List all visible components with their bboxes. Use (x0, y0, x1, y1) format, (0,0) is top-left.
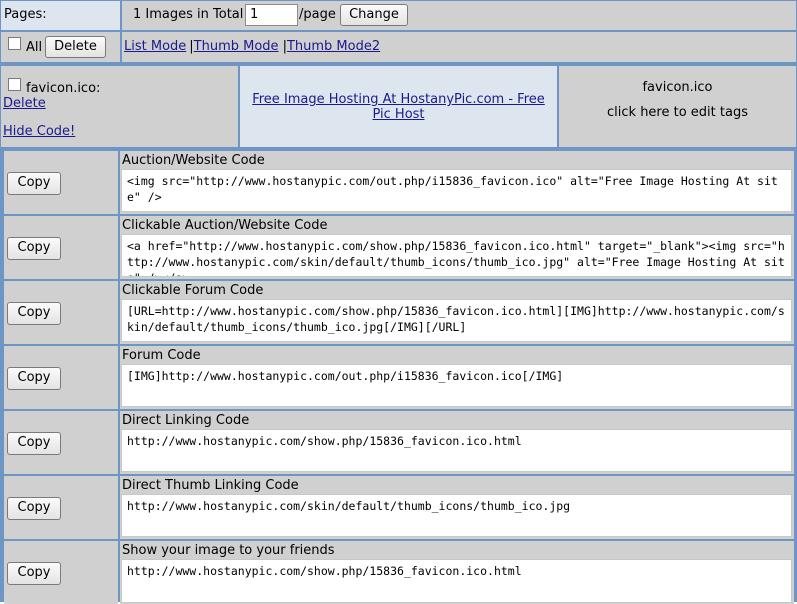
code-textarea[interactable]: [URL=http://www.hostanypic.com/show.php/… (121, 299, 792, 342)
code-textarea[interactable]: http://www.hostanypic.com/show.php/15836… (121, 559, 792, 603)
copy-button[interactable]: Copy (7, 432, 61, 455)
copy-button[interactable]: Copy (7, 237, 61, 260)
copy-button[interactable]: Copy (7, 562, 61, 585)
per-page-suffix: /page (299, 7, 336, 22)
total-images-text: 1 Images in Total (133, 7, 244, 22)
code-textarea[interactable]: <a href="http://www.hostanypic.com/show.… (121, 234, 792, 277)
file-name: favicon.ico: (26, 81, 101, 96)
edit-tags-link[interactable]: click here to edit tags (559, 105, 796, 120)
code-title: Direct Thumb Linking Code (122, 478, 299, 493)
copy-button[interactable]: Copy (7, 497, 61, 520)
delete-file-link[interactable]: Delete (3, 96, 46, 111)
code-title: Direct Linking Code (122, 413, 250, 428)
copy-button[interactable]: Copy (7, 172, 61, 195)
code-title: Forum Code (122, 348, 201, 363)
code-title: Clickable Auction/Website Code (122, 218, 328, 233)
per-page-value: 1 (250, 7, 259, 22)
view-mode-links: List Mode |Thumb Mode |Thumb Mode2 (124, 39, 380, 54)
code-textarea[interactable]: <img src="http://www.hostanypic.com/out.… (121, 169, 792, 212)
code-title: Show your image to your friends (122, 543, 335, 558)
file-title: favicon.ico (642, 80, 713, 95)
code-title: Clickable Forum Code (122, 283, 264, 298)
file-select-checkbox[interactable] (8, 78, 21, 91)
select-all-checkbox[interactable] (8, 37, 21, 50)
list-mode-link[interactable]: List Mode (124, 39, 186, 54)
thumb-mode2-link[interactable]: Thumb Mode2 (287, 39, 380, 54)
hosting-link[interactable]: Free Image Hosting At HostanyPic.com - F… (252, 92, 545, 122)
hide-code-link[interactable]: Hide Code! (3, 124, 75, 139)
thumb-mode-link[interactable]: Thumb Mode (194, 39, 279, 54)
delete-button[interactable]: Delete (45, 36, 106, 58)
copy-button[interactable]: Copy (7, 367, 61, 390)
per-page-input[interactable]: 1 (245, 4, 298, 26)
pager-label: Pages: (4, 7, 47, 22)
code-title: Auction/Website Code (122, 153, 265, 168)
code-textarea[interactable]: http://www.hostanypic.com/skin/default/t… (121, 494, 792, 537)
code-textarea[interactable]: [IMG]http://www.hostanypic.com/out.php/i… (121, 364, 792, 407)
copy-button[interactable]: Copy (7, 302, 61, 325)
change-button[interactable]: Change (340, 4, 408, 26)
hosting-link-wrap: Free Image Hosting At HostanyPic.com - F… (242, 92, 555, 122)
select-all-label: All (26, 40, 43, 55)
code-textarea[interactable]: http://www.hostanypic.com/show.php/15836… (121, 429, 792, 472)
